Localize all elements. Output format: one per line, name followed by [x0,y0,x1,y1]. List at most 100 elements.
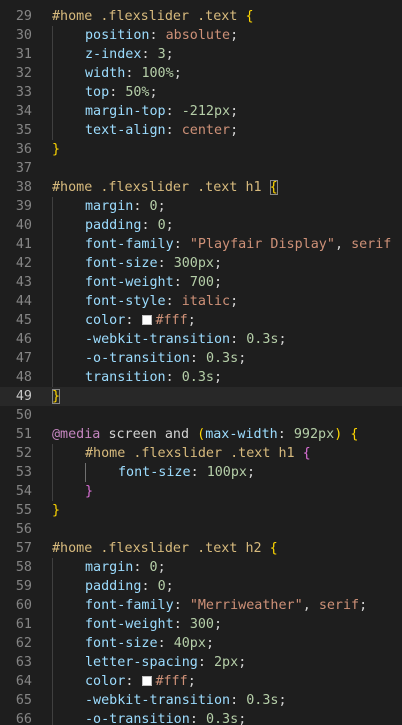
code-token: font-size [118,465,191,480]
code-line[interactable]: 29 #home .flexslider .text { [0,7,402,26]
code-line[interactable]: 54} [0,482,402,501]
code-line[interactable]: 42 font-size: 300px; [0,254,402,273]
code-line[interactable]: 56 [0,520,402,539]
code-token: : [165,123,182,138]
code-line[interactable]: 60 font-family: "Merriweather", serif; [0,596,402,615]
code-token: : [109,85,126,100]
code-token: "Merriweather" [189,598,303,613]
code-token: 0.3s [205,351,239,366]
line-number: 31 [15,47,32,62]
code-line[interactable]: 44 font-style: italic; [0,292,402,311]
code-line[interactable]: 66 -o-transition: 0.3s; [0,710,402,725]
line-number: 37 [15,161,32,176]
code-token: 0.3s [205,712,239,725]
code-token: ; [230,123,239,138]
code-token: ; [214,617,223,632]
code-line[interactable]: 58 margin: 0; [0,558,402,577]
code-token: : [157,636,174,651]
code-line[interactable]: 45 color: #fff; [0,311,402,330]
code-line[interactable]: 32 width: 100%; [0,64,402,83]
code-line[interactable]: 48 transition: 0.3s; [0,368,402,387]
code-line[interactable]: 53 font-size: 100px; [0,463,402,482]
code-token: : [125,313,142,328]
code-text: margin-top: -212px; [85,102,238,121]
code-token: transition [85,370,166,385]
code-token: font-size [85,256,158,271]
code-text: color: #fff; [85,672,196,691]
indent-guide [52,349,53,368]
code-editor[interactable]: 29 #home .flexslider .text { 30 position: a… [0,0,402,725]
indent-guide [52,273,53,292]
indent-guide [52,254,53,273]
code-line[interactable]: 65 -webkit-transition: 0.3s; [0,691,402,710]
code-token: : [173,598,190,613]
code-text: #home .flexslider .text h1 { [85,444,311,463]
code-text: font-size: 40px; [85,634,214,653]
code-line[interactable]: 47 -o-transition: 0.3s; [0,349,402,368]
code-token: { [269,541,278,556]
code-token: : [197,655,214,670]
code-line[interactable]: 49} [0,387,402,406]
code-line[interactable]: 50 [0,406,402,425]
code-line[interactable]: 41 font-family: "Playfair Display", serif [0,235,402,254]
code-token: #home .flexslider .text h1 [85,446,295,461]
code-line[interactable]: 59 padding: 0; [0,577,402,596]
code-token: : [189,351,206,366]
line-number: 30 [15,28,32,43]
code-line[interactable]: 35 text-align: center; [0,121,402,140]
color-swatch-icon[interactable] [142,315,153,325]
code-line[interactable]: 52 #home .flexslider .text h1 { [0,444,402,463]
code-text: transition: 0.3s; [85,368,222,387]
code-token: : [190,465,207,480]
code-line[interactable]: 34 margin-top: -212px; [0,102,402,121]
code-token: and [164,427,190,442]
code-line[interactable]: 40 padding: 0; [0,216,402,235]
code-line[interactable]: 31 z-index: 3; [0,45,402,64]
indent-guide [52,330,53,349]
code-token: 0 [157,579,166,594]
indent-guide [52,482,53,501]
code-token: ; [359,598,368,613]
code-line[interactable]: 30 position: absolute; [0,26,402,45]
code-token: center [181,123,231,138]
code-line[interactable]: 57 #home .flexslider .text h2 { [0,539,402,558]
code-line[interactable]: 36} [0,140,402,159]
code-token: : [277,427,294,442]
code-line[interactable]: 63 letter-spacing: 2px; [0,653,402,672]
code-line[interactable]: 38 #home .flexslider .text h1 { [0,178,402,197]
code-token: z-index [85,47,142,62]
line-number: 50 [15,408,32,423]
code-token: serif [351,237,392,252]
code-token: position [85,28,150,43]
code-line[interactable]: 43 font-weight: 700; [0,273,402,292]
code-line[interactable]: 37 [0,159,402,178]
code-token: italic [181,294,231,309]
code-token: ; [278,693,287,708]
line-number: 45 [15,313,32,328]
code-text: letter-spacing: 2px; [85,653,246,672]
code-token: 300 [189,617,214,632]
code-token: 100px [206,465,247,480]
code-text: -o-transition: 0.3s; [85,349,246,368]
code-line[interactable]: 33 top: 50%; [0,83,402,102]
code-line[interactable]: 46 -webkit-transition: 0.3s; [0,330,402,349]
code-text: -webkit-transition: 0.3s; [85,330,287,349]
code-text: #home .flexslider .text { [52,7,254,26]
code-token: @media [52,427,101,442]
line-number: 43 [15,275,32,290]
code-token: font-weight [85,275,174,290]
code-token: margin-top [85,104,166,119]
line-number: 53 [15,465,32,480]
code-line[interactable]: 64 color: #fff; [0,672,402,691]
code-line[interactable]: 61 font-weight: 300; [0,615,402,634]
code-line[interactable]: 39 margin: 0; [0,197,402,216]
code-token: serif [318,598,360,613]
code-token: absolute [165,28,231,43]
code-token: ; [214,370,223,385]
code-line[interactable]: 51 @media screen and (max-width: 992px) { [0,425,402,444]
color-swatch-icon[interactable] [142,676,153,686]
code-line[interactable]: 62 font-size: 40px; [0,634,402,653]
code-text: padding: 0; [85,216,174,235]
indent-guide [52,653,53,672]
code-line[interactable]: 55} [0,501,402,520]
